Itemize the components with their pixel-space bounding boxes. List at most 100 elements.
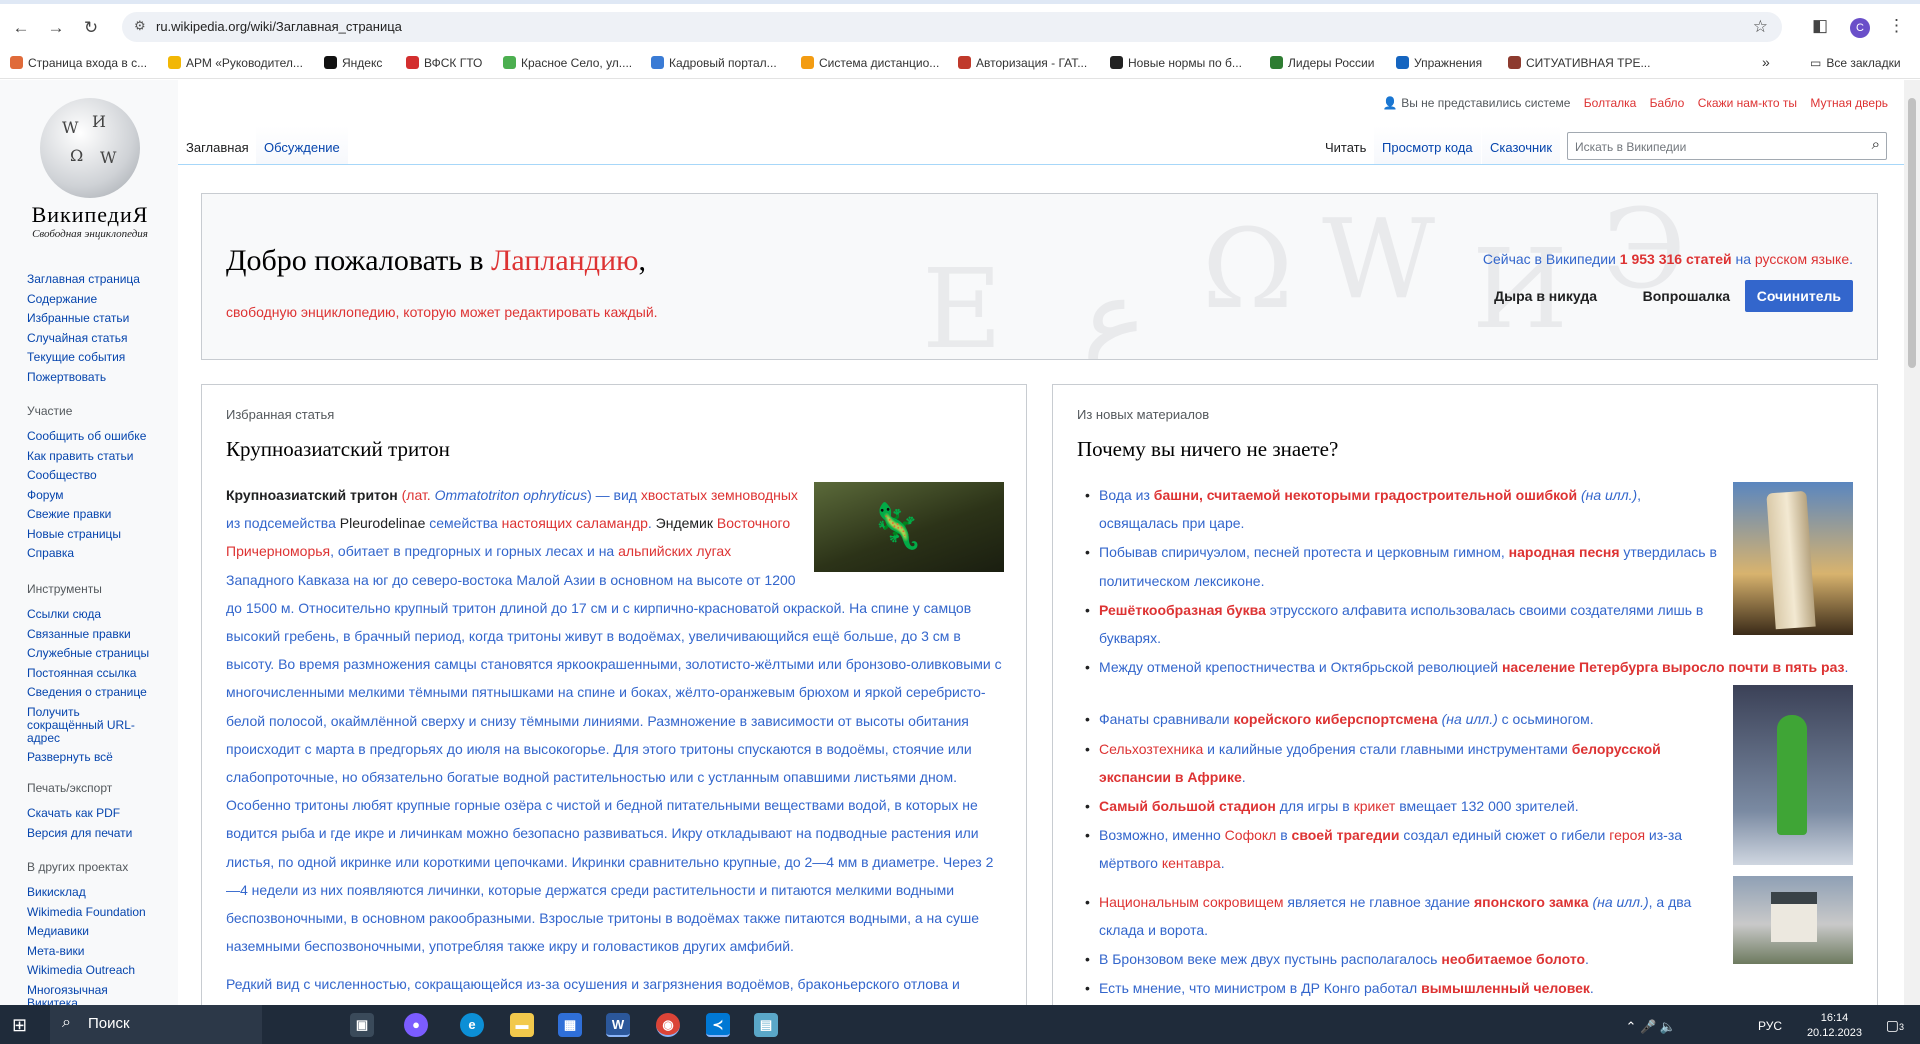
nav-link[interactable]: Скачать как PDF: [27, 804, 177, 824]
nav-link[interactable]: Заглавная страница: [27, 270, 177, 290]
personal-link[interactable]: Болталка: [1584, 96, 1637, 110]
featured-title[interactable]: Крупноазиатский тритон: [226, 437, 450, 462]
text-link[interactable]: хвостатых земноводных: [641, 487, 798, 503]
text-link[interactable]: альпийских лугах: [618, 543, 731, 559]
edge-icon[interactable]: e: [460, 1013, 484, 1037]
nav-link[interactable]: Служебные страницы: [27, 644, 177, 664]
bookmark-item[interactable]: Красное Село, ул....: [503, 56, 632, 70]
nav-link[interactable]: Справка: [27, 544, 177, 564]
vscode-icon[interactable]: ≺: [706, 1013, 730, 1037]
nav-link[interactable]: Мета-вики: [27, 942, 177, 962]
store-icon[interactable]: ▦: [558, 1013, 582, 1037]
stats-count-link[interactable]: 1 953 316 статей: [1620, 251, 1732, 267]
dyk-link[interactable]: своей трагедии: [1292, 827, 1400, 843]
bookmark-item[interactable]: Страница входа в с...: [10, 56, 147, 70]
nav-link[interactable]: Свежие правки: [27, 505, 177, 525]
input-language[interactable]: РУС: [1758, 1019, 1782, 1033]
page-scrollbar[interactable]: [1904, 80, 1920, 1005]
chrome-icon[interactable]: ◉: [656, 1013, 680, 1037]
nav-link[interactable]: Ссылки сюда: [27, 605, 177, 625]
dyk-link[interactable]: Национальным сокровищем: [1099, 894, 1283, 910]
dyk-link[interactable]: башни, считаемой некоторыми градостроите…: [1154, 487, 1577, 503]
clock[interactable]: 16:14 20.12.2023: [1807, 1011, 1862, 1041]
dyk-link[interactable]: корейского киберспортсмена: [1234, 711, 1438, 727]
personal-link[interactable]: Скажи нам-кто ты: [1698, 96, 1797, 110]
nav-link[interactable]: Сообщество: [27, 466, 177, 486]
welcome-title-link[interactable]: Лапландию: [491, 244, 638, 277]
nav-link[interactable]: Форум: [27, 486, 177, 506]
url-text[interactable]: ru.wikipedia.org/wiki/Заглавная_страница: [156, 19, 402, 34]
app-icon[interactable]: ▤: [754, 1013, 778, 1037]
text-link[interactable]: Эндемик: [656, 515, 713, 531]
dyk-link[interactable]: кентавра: [1162, 855, 1221, 871]
nav-link[interactable]: Текущие события: [27, 348, 177, 368]
dyk-link[interactable]: Решёткообразная буква: [1099, 602, 1266, 618]
side-panel-icon[interactable]: ◧: [1812, 16, 1828, 36]
text-link[interactable]: Pleurodelinae: [340, 515, 426, 531]
app-icon[interactable]: ●: [404, 1013, 428, 1037]
bookmark-item[interactable]: Кадровый портал...: [651, 56, 777, 70]
dyk-link[interactable]: народная песня: [1509, 544, 1620, 560]
tray-icons[interactable]: ⌃ 🎤 🔈: [1626, 1019, 1677, 1035]
nav-link[interactable]: Получить сокращённый URL-адрес: [27, 703, 142, 748]
bookmark-item[interactable]: Лидеры России: [1270, 56, 1374, 70]
nav-link[interactable]: Пожертвовать: [27, 368, 177, 388]
nav-link[interactable]: Новые страницы: [27, 525, 177, 545]
tab-view-source[interactable]: Просмотр кода: [1374, 126, 1481, 164]
more-bookmarks-icon[interactable]: »: [1762, 54, 1770, 70]
personal-link[interactable]: Бабло: [1650, 96, 1685, 110]
nav-link[interactable]: Случайная статья: [27, 329, 177, 349]
nav-link[interactable]: Версия для печати: [27, 824, 177, 844]
featured-lead[interactable]: Крупноазиатский тритон: [226, 487, 398, 503]
word-icon[interactable]: W: [606, 1013, 630, 1037]
bookmark-item[interactable]: Новые нормы по б...: [1110, 56, 1242, 70]
scrollbar-thumb[interactable]: [1908, 98, 1916, 368]
file-explorer-icon[interactable]: ▬: [510, 1013, 534, 1037]
bookmark-item[interactable]: СИТУАТИВНАЯ ТРЕ...: [1508, 56, 1650, 70]
task-view-icon[interactable]: ▣: [350, 1013, 374, 1037]
bookmark-item[interactable]: Упражнения: [1396, 56, 1482, 70]
nav-link[interactable]: Содержание: [27, 290, 177, 310]
nav-link[interactable]: Сведения о странице: [27, 683, 177, 703]
personal-link[interactable]: Мутная дверь: [1810, 96, 1888, 110]
search-input[interactable]: Искать в Википедии ⌕: [1567, 132, 1887, 160]
bookmark-item[interactable]: ВФСК ГТО: [406, 56, 482, 70]
address-bar[interactable]: ⚙ ru.wikipedia.org/wiki/Заглавная_страни…: [122, 12, 1782, 42]
dyk-link[interactable]: вымышленный человек: [1421, 980, 1590, 996]
nav-link[interactable]: Викисклад: [27, 883, 177, 903]
nav-link[interactable]: Wikimedia Foundation: [27, 903, 177, 923]
japanese-castle-image[interactable]: [1733, 876, 1853, 964]
welcome-button-primary[interactable]: Сочинитель: [1744, 280, 1853, 312]
nav-link[interactable]: Сообщить об ошибке: [27, 427, 177, 447]
windows-start-icon[interactable]: ⊞: [12, 1015, 27, 1036]
tab-talk[interactable]: Обсуждение: [256, 126, 348, 164]
wikipedia-logo[interactable]: WИΩW ВикипедиЯ Свободная энциклопедия: [20, 98, 160, 240]
nav-link[interactable]: Связанные правки: [27, 625, 177, 645]
nav-link[interactable]: Wikimedia Outreach: [27, 961, 177, 981]
dyk-link[interactable]: население Петербурга выросло почти в пят…: [1502, 659, 1845, 675]
taskbar-search[interactable]: ⌕ Поиск: [50, 1005, 262, 1044]
stats-lang-link[interactable]: русском языке: [1755, 251, 1849, 267]
esports-player-image[interactable]: [1733, 685, 1853, 865]
dyk-link[interactable]: Сельхозтехника: [1099, 741, 1203, 757]
forward-icon[interactable]: →: [45, 18, 67, 38]
profile-avatar[interactable]: C: [1850, 18, 1870, 38]
welcome-button-1[interactable]: Дыра в никуда: [1482, 280, 1609, 312]
reload-icon[interactable]: ↻: [80, 18, 102, 38]
bookmark-star-icon[interactable]: ☆: [1753, 17, 1768, 37]
nav-link[interactable]: Постоянная ссылка: [27, 664, 177, 684]
tab-main-page[interactable]: Заглавная: [178, 126, 257, 164]
bookmark-item[interactable]: АРМ «Руководител...: [168, 56, 303, 70]
notifications-icon[interactable]: ▢3: [1886, 1017, 1904, 1034]
leaning-tower-image[interactable]: [1733, 482, 1853, 635]
nav-link[interactable]: Медиавики: [27, 922, 177, 942]
dyk-link[interactable]: Софокл: [1225, 827, 1277, 843]
dyk-link[interactable]: героя: [1609, 827, 1645, 843]
dyk-link[interactable]: крикет: [1354, 798, 1396, 814]
all-bookmarks[interactable]: ▭ Все закладки: [1810, 56, 1901, 70]
menu-icon[interactable]: ⋮: [1888, 16, 1905, 36]
bookmark-item[interactable]: Яндекс: [324, 56, 382, 70]
nav-link[interactable]: Как править статьи: [27, 447, 177, 467]
back-icon[interactable]: ←: [10, 18, 32, 38]
tab-history[interactable]: Сказочник: [1482, 126, 1561, 164]
